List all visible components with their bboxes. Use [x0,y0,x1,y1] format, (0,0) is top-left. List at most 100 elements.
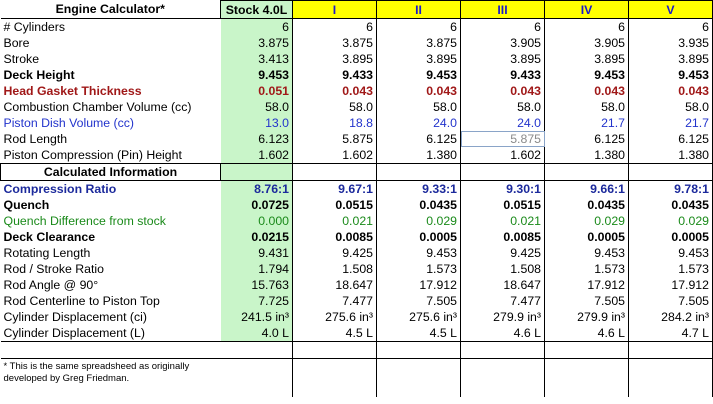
cell-stock[interactable]: 4.0 L [220,325,293,342]
cell-i[interactable]: 0.043 [292,83,377,99]
cell-stock[interactable]: 1.794 [220,261,293,277]
cell-i[interactable]: 3.895 [292,51,377,67]
cell-iv[interactable]: 0.043 [544,83,629,99]
cell-stock[interactable]: 15.763 [220,277,293,293]
row-label[interactable]: Rod Centerline to Piston Top [1,293,221,309]
cell-iv[interactable]: 9.453 [544,67,629,83]
cell-stock[interactable]: 3.413 [220,51,293,67]
cell-stock[interactable]: 6 [220,18,293,35]
column-header-iii[interactable]: III [460,0,545,19]
cell-ii[interactable]: 17.912 [376,277,461,293]
cell-v[interactable]: 0.0435 [628,197,713,213]
cell-iv[interactable]: 0.0005 [544,229,629,245]
cell-iii[interactable]: 9.425 [460,245,545,261]
cell-i[interactable]: 1.508 [292,261,377,277]
cell-iii[interactable]: 0.0515 [460,197,545,213]
cell-v[interactable]: 3.935 [628,35,713,51]
row-label[interactable]: Rod Angle @ 90° [1,277,221,293]
cell-iv[interactable]: 17.912 [544,277,629,293]
cell-i[interactable]: 9.425 [292,245,377,261]
cell-stock[interactable]: 6.123 [220,131,293,147]
cell-v[interactable]: 17.912 [628,277,713,293]
cell-empty[interactable] [376,358,461,397]
cell-ii[interactable]: 0.043 [376,83,461,99]
column-header-ii[interactable]: II [376,0,461,19]
cell-i[interactable]: 4.5 L [292,325,377,342]
cell-v[interactable]: 58.0 [628,99,713,115]
column-header-v[interactable]: V [628,0,713,19]
cell-iii[interactable]: 6 [460,18,545,35]
row-label[interactable]: Rotating Length [1,245,221,261]
cell-i[interactable]: 0.0085 [292,229,377,245]
cell-i[interactable]: 58.0 [292,99,377,115]
cell-ii[interactable]: 1.573 [376,261,461,277]
cell-stock-empty[interactable] [220,163,293,181]
cell-v[interactable]: 9.78:1 [628,180,713,197]
cell-ii[interactable]: 6 [376,18,461,35]
cell-iv[interactable]: 9.66:1 [544,180,629,197]
cell-v[interactable]: 6.125 [628,131,713,147]
cell-stock[interactable]: 7.725 [220,293,293,309]
cell-iv[interactable]: 279.9 in³ [544,309,629,325]
cell-stock[interactable]: 9.453 [220,67,293,83]
row-label[interactable]: Head Gasket Thickness [1,83,221,99]
cell-ii[interactable]: 4.5 L [376,325,461,342]
cell-stock[interactable]: 8.76:1 [220,180,293,197]
cell-iii[interactable]: 58.0 [460,99,545,115]
cell-v[interactable]: 21.7 [628,115,713,131]
cell-v[interactable]: 6 [628,18,713,35]
cell-v[interactable]: 9.453 [628,67,713,83]
cell-iii[interactable]: 4.6 L [460,325,545,342]
cell-v[interactable]: 1.573 [628,261,713,277]
row-label[interactable]: Bore [1,35,221,51]
cell-iii[interactable]: 1.602 [460,147,545,164]
cell-iv[interactable]: 21.7 [544,115,629,131]
cell-iii[interactable]: 9.433 [460,67,545,83]
column-header-stock[interactable]: Stock 4.0L [220,0,293,19]
cell-empty[interactable] [628,358,713,397]
cell-v[interactable]: 0.029 [628,213,713,229]
cell-empty[interactable] [376,163,461,181]
cell-v[interactable]: 0.043 [628,83,713,99]
cell-empty[interactable] [292,358,377,397]
row-label[interactable]: Rod Length [1,131,221,147]
row-label[interactable]: Deck Clearance [1,229,221,245]
cell-stock[interactable]: 0.000 [220,213,293,229]
cell-empty[interactable] [628,341,713,359]
cell-i[interactable]: 0.0515 [292,197,377,213]
cell-i[interactable]: 1.602 [292,147,377,164]
cell-empty[interactable] [376,341,461,359]
cell-stock[interactable]: 241.5 in³ [220,309,293,325]
cell-i[interactable]: 3.875 [292,35,377,51]
cell-i[interactable]: 9.67:1 [292,180,377,197]
row-label[interactable]: Quench [1,197,221,213]
cell-i[interactable]: 9.433 [292,67,377,83]
cell-iii[interactable]: 0.043 [460,83,545,99]
cell-v[interactable]: 3.895 [628,51,713,67]
cell-iv[interactable]: 1.380 [544,147,629,164]
cell-ii[interactable]: 3.895 [376,51,461,67]
cell-empty[interactable] [292,163,377,181]
cell-v[interactable]: 7.505 [628,293,713,309]
cell-ii[interactable]: 3.875 [376,35,461,51]
cell-ii[interactable]: 9.453 [376,245,461,261]
cell-ii[interactable]: 0.0435 [376,197,461,213]
cell-empty[interactable] [628,163,713,181]
cell-iv[interactable]: 1.573 [544,261,629,277]
cell-iv[interactable]: 9.453 [544,245,629,261]
cell-stock[interactable]: 3.875 [220,35,293,51]
column-header-iv[interactable]: IV [544,0,629,19]
cell-empty[interactable] [460,163,545,181]
cell-iv[interactable]: 58.0 [544,99,629,115]
cell-stock[interactable]: 0.0215 [220,229,293,245]
cell-iv[interactable]: 6.125 [544,131,629,147]
cell-ii[interactable]: 7.505 [376,293,461,309]
cell-i[interactable]: 6 [292,18,377,35]
cell-stock[interactable]: 13.0 [220,115,293,131]
row-label[interactable]: Combustion Chamber Volume (cc) [1,99,221,115]
cell-empty[interactable] [544,358,629,397]
row-label[interactable]: Stroke [1,51,221,67]
cell-empty[interactable] [544,163,629,181]
cell-v[interactable]: 9.453 [628,245,713,261]
footnote[interactable]: * This is the same spreadsheed as origin… [0,358,221,397]
